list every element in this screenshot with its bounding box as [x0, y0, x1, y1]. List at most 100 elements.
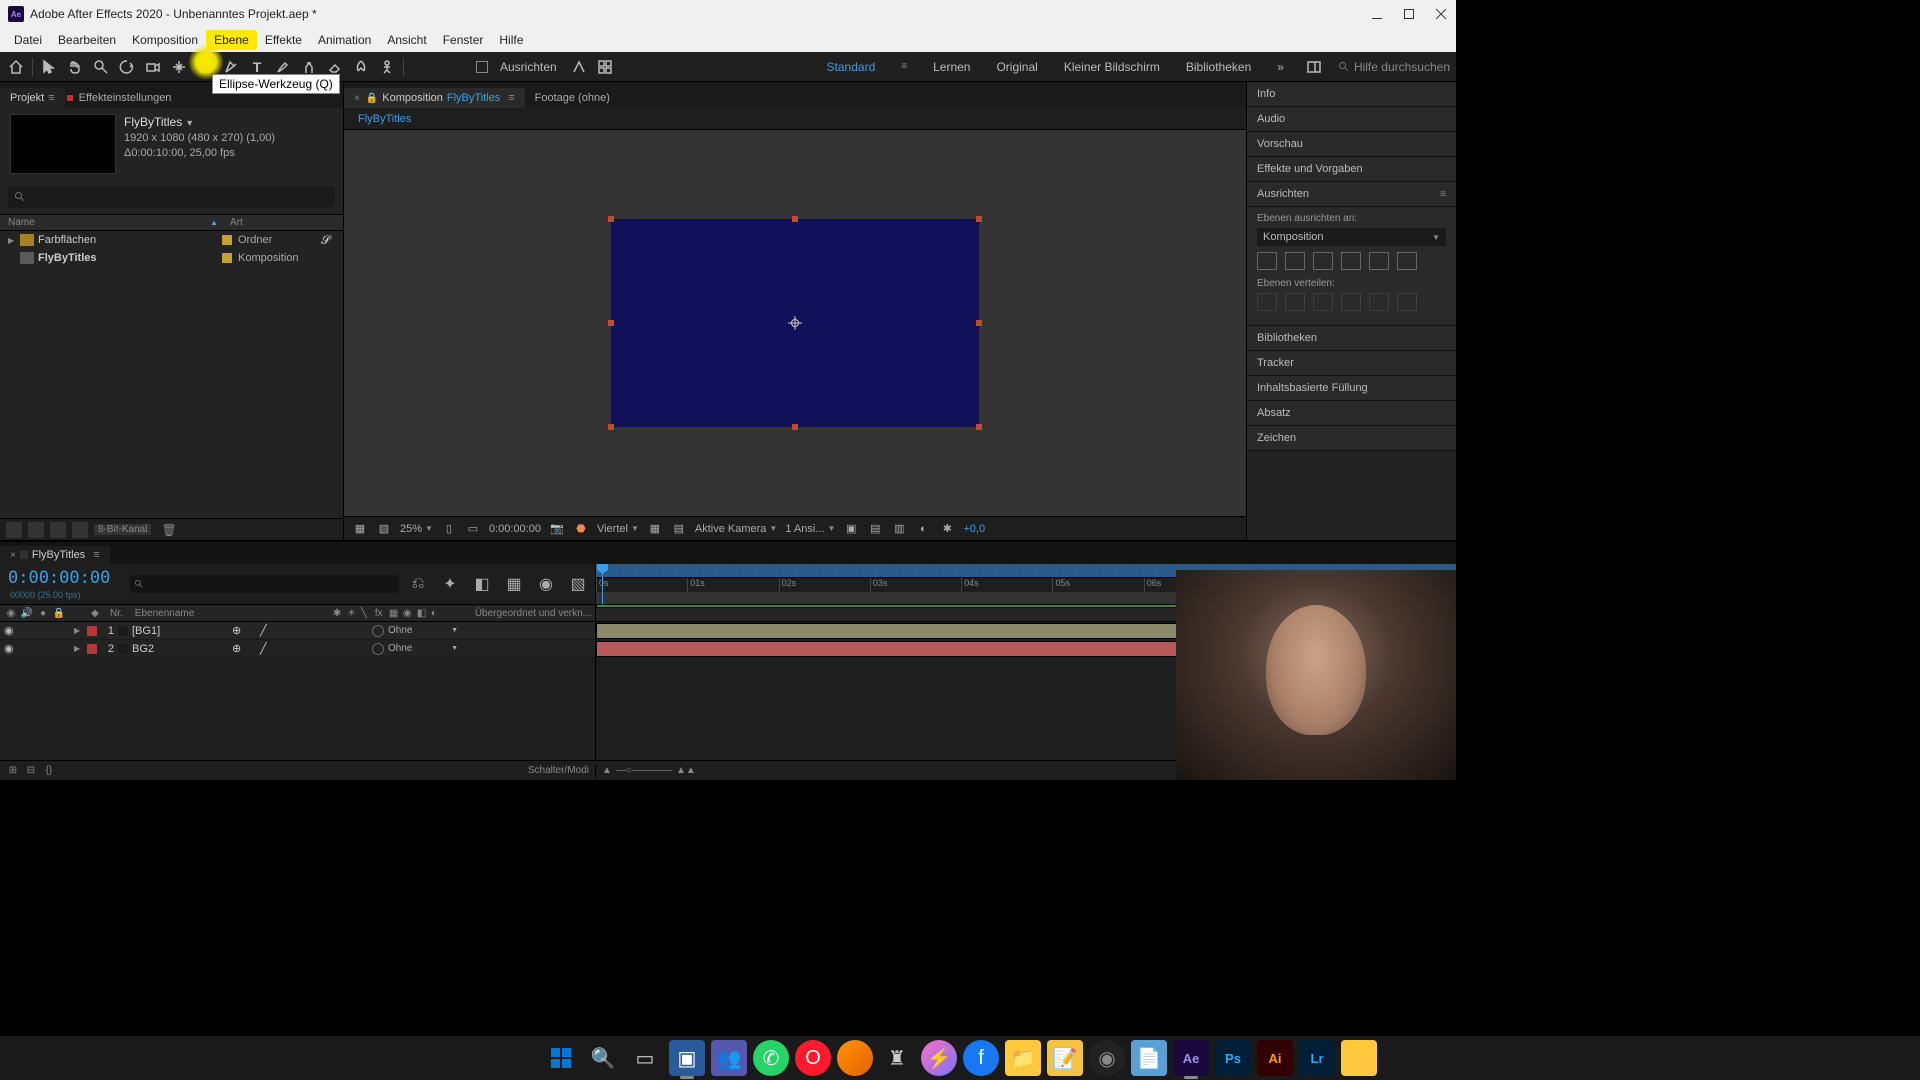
resolution-icon[interactable]: ▯ [441, 522, 457, 536]
panel-tracker[interactable]: Tracker [1247, 351, 1456, 376]
bit-depth[interactable]: 8-Bit-Kanal [94, 524, 151, 535]
orbit-tool-icon[interactable] [117, 57, 137, 77]
opera-icon[interactable]: O [795, 1040, 831, 1076]
channel-icon[interactable]: ⬣ [573, 522, 589, 536]
align-left-icon[interactable] [1257, 252, 1277, 270]
after-effects-taskbar-icon[interactable]: Ae [1173, 1040, 1209, 1076]
help-search[interactable]: Hilfe durchsuchen [1338, 60, 1450, 74]
workspace-lernen[interactable]: Lernen [927, 60, 976, 74]
switches-modes-label[interactable]: Schalter/Modi [528, 765, 589, 776]
workspace-overflow-icon[interactable]: » [1271, 60, 1290, 74]
project-row-comp[interactable]: FlyByTitles Komposition [0, 249, 343, 267]
panel-audio[interactable]: Audio [1247, 107, 1456, 132]
views-dropdown[interactable]: 1 Ansi...▼ [785, 523, 835, 535]
interpret-footage-icon[interactable] [6, 522, 22, 538]
photoshop-taskbar-icon[interactable]: Ps [1215, 1040, 1251, 1076]
always-preview-icon[interactable]: ▦ [352, 522, 368, 536]
pan-behind-tool-icon[interactable] [169, 57, 189, 77]
motion-blur-icon[interactable]: ◉ [537, 575, 555, 593]
roto-tool-icon[interactable] [351, 57, 371, 77]
menu-komposition[interactable]: Komposition [124, 30, 206, 50]
view1-icon[interactable]: ▣ [843, 522, 859, 536]
whatsapp-icon[interactable]: ✆ [753, 1040, 789, 1076]
app-icon-1[interactable]: ♜ [879, 1040, 915, 1076]
align-bottom-icon[interactable] [1397, 252, 1417, 270]
menu-bearbeiten[interactable]: Bearbeiten [50, 30, 124, 50]
comp-tab-active[interactable]: × 🔒 Komposition FlyByTitles ≡ [344, 88, 525, 108]
resolution-dropdown[interactable]: Viertel▼ [597, 523, 639, 535]
files-icon[interactable]: 📁 [1005, 1040, 1041, 1076]
workspace-kleiner[interactable]: Kleiner Bildschirm [1058, 60, 1166, 74]
align-right-icon[interactable] [1313, 252, 1333, 270]
align-checkbox[interactable] [476, 61, 488, 73]
menu-animation[interactable]: Animation [310, 30, 379, 50]
lock-col-icon[interactable]: 🔒 [52, 606, 66, 620]
notepad-icon[interactable]: 📄 [1131, 1040, 1167, 1076]
eye-col-icon[interactable]: ◉ [4, 606, 18, 620]
panel-ausrichten[interactable]: Ausrichten≡ [1247, 182, 1456, 207]
transparency-grid-icon[interactable]: ▧ [376, 522, 392, 536]
parent-dropdown[interactable]: Ohne▼ [388, 643, 458, 654]
zoom-dropdown[interactable]: 25%▼ [400, 523, 433, 535]
snap-options-icon[interactable] [569, 57, 589, 77]
layer-row-2[interactable]: ◉ ▶ 2 BG2 ⊕╱ Ohne▼ [0, 640, 595, 658]
lightroom-taskbar-icon[interactable]: Lr [1299, 1040, 1335, 1076]
footage-tab[interactable]: Footage (ohne) [525, 88, 620, 108]
timeline-zoom[interactable]: ▲—○————▲▲ [602, 765, 696, 776]
align-hcenter-icon[interactable] [1285, 252, 1305, 270]
home-icon[interactable] [6, 57, 26, 77]
frame-blend-icon[interactable]: ▦ [505, 575, 523, 593]
panel-bibliotheken[interactable]: Bibliotheken [1247, 326, 1456, 351]
zoom-tool-icon[interactable] [91, 57, 111, 77]
exposure-reset-icon[interactable]: ✱ [939, 522, 955, 536]
facebook-icon[interactable]: f [963, 1040, 999, 1076]
tab-effekteinstellungen[interactable]: Effekteinstellungen [65, 88, 182, 108]
layer-expand-icon[interactable]: ▶ [74, 626, 84, 635]
selection-tool-icon[interactable] [39, 57, 59, 77]
obs-icon[interactable]: ◉ [1089, 1040, 1125, 1076]
layer-visibility-icon[interactable]: ◉ [4, 642, 18, 655]
label-col-icon[interactable]: ◆ [88, 606, 102, 620]
camera-tool-icon[interactable] [143, 57, 163, 77]
project-row-folder[interactable]: ▶Farbflächen Ordner𝓢 [0, 231, 343, 249]
close-button[interactable] [1434, 7, 1448, 21]
composition-viewer[interactable] [344, 130, 1246, 516]
layer-visibility-icon[interactable]: ◉ [4, 624, 18, 637]
menu-datei[interactable]: Datei [6, 30, 50, 50]
parent-dropdown[interactable]: Ohne▼ [388, 625, 458, 636]
anchor-point-icon[interactable] [788, 316, 802, 330]
snap-grid-icon[interactable] [595, 57, 615, 77]
panel-inhaltsbasierte-fuellung[interactable]: Inhaltsbasierte Füllung [1247, 376, 1456, 401]
panel-zeichen[interactable]: Zeichen [1247, 426, 1456, 451]
toggle-modes-icon[interactable]: ⊟ [24, 764, 38, 778]
comp-canvas[interactable] [611, 219, 979, 427]
menu-fenster[interactable]: Fenster [435, 30, 492, 50]
snapshot-icon[interactable]: 📷 [549, 522, 565, 536]
trash-icon[interactable]: 🗑 [161, 523, 176, 537]
menu-effekte[interactable]: Effekte [257, 30, 310, 50]
menu-hilfe[interactable]: Hilfe [491, 30, 531, 50]
explorer-icon[interactable]: ▣ [669, 1040, 705, 1076]
panel-toggle-icon[interactable] [1304, 57, 1324, 77]
panel-info[interactable]: Info [1247, 82, 1456, 107]
timeline-tab-close-icon[interactable]: × [10, 550, 16, 561]
teams-icon[interactable]: 👥 [711, 1040, 747, 1076]
project-search[interactable] [8, 186, 335, 208]
adjust-icon[interactable] [72, 522, 88, 538]
toggle-switches-icon[interactable]: ⊞ [6, 764, 20, 778]
workspace-original[interactable]: Original [990, 60, 1043, 74]
new-folder-icon[interactable] [28, 522, 44, 538]
comp-tab-lock-icon[interactable]: 🔒 [366, 93, 378, 104]
search-taskbar-icon[interactable]: 🔍 [585, 1040, 621, 1076]
new-comp-icon[interactable] [50, 522, 66, 538]
view3-icon[interactable]: ▥ [891, 522, 907, 536]
adjust-exposure-icon[interactable]: ◐ [915, 522, 931, 536]
workspace-menu-icon[interactable]: ≡ [895, 61, 913, 72]
hide-shy-icon[interactable]: ◧ [473, 575, 491, 593]
maximize-button[interactable] [1402, 7, 1416, 21]
exposure-value[interactable]: +0,0 [963, 523, 985, 535]
timeline-tab[interactable]: × FlyByTitles ≡ [0, 546, 110, 564]
pickwhip-icon[interactable] [372, 643, 384, 655]
roi-icon[interactable]: ▭ [465, 522, 481, 536]
app-icon-2[interactable] [1341, 1040, 1377, 1076]
